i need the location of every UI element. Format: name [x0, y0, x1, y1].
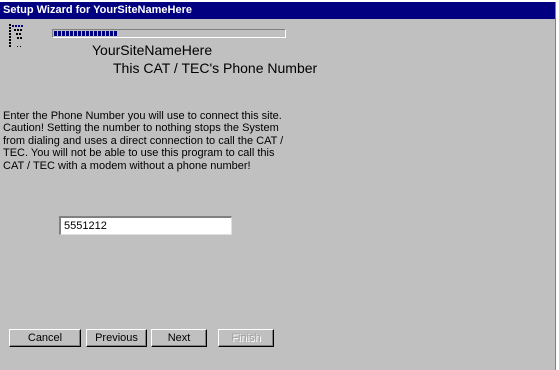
- previous-button[interactable]: Previous: [86, 329, 147, 347]
- wizard-progress-bar: [52, 29, 286, 38]
- wizard-progress-fill: [54, 31, 118, 36]
- phone-number-input[interactable]: [59, 216, 232, 235]
- site-name-heading: YourSiteNameHere: [92, 42, 213, 58]
- cancel-button[interactable]: Cancel: [9, 329, 81, 347]
- setup-wizard-window: Setup Wizard for YourSiteNameHere YourSi…: [0, 2, 556, 370]
- page-title: This CAT / TEC's Phone Number: [113, 60, 318, 76]
- finish-button: Finish: [218, 329, 274, 347]
- next-button[interactable]: Next: [151, 329, 207, 347]
- wizard-logo-icon: [9, 24, 31, 52]
- instructions-text: Enter the Phone Number you will use to c…: [3, 110, 284, 172]
- window-title-bar[interactable]: Setup Wizard for YourSiteNameHere: [0, 2, 555, 19]
